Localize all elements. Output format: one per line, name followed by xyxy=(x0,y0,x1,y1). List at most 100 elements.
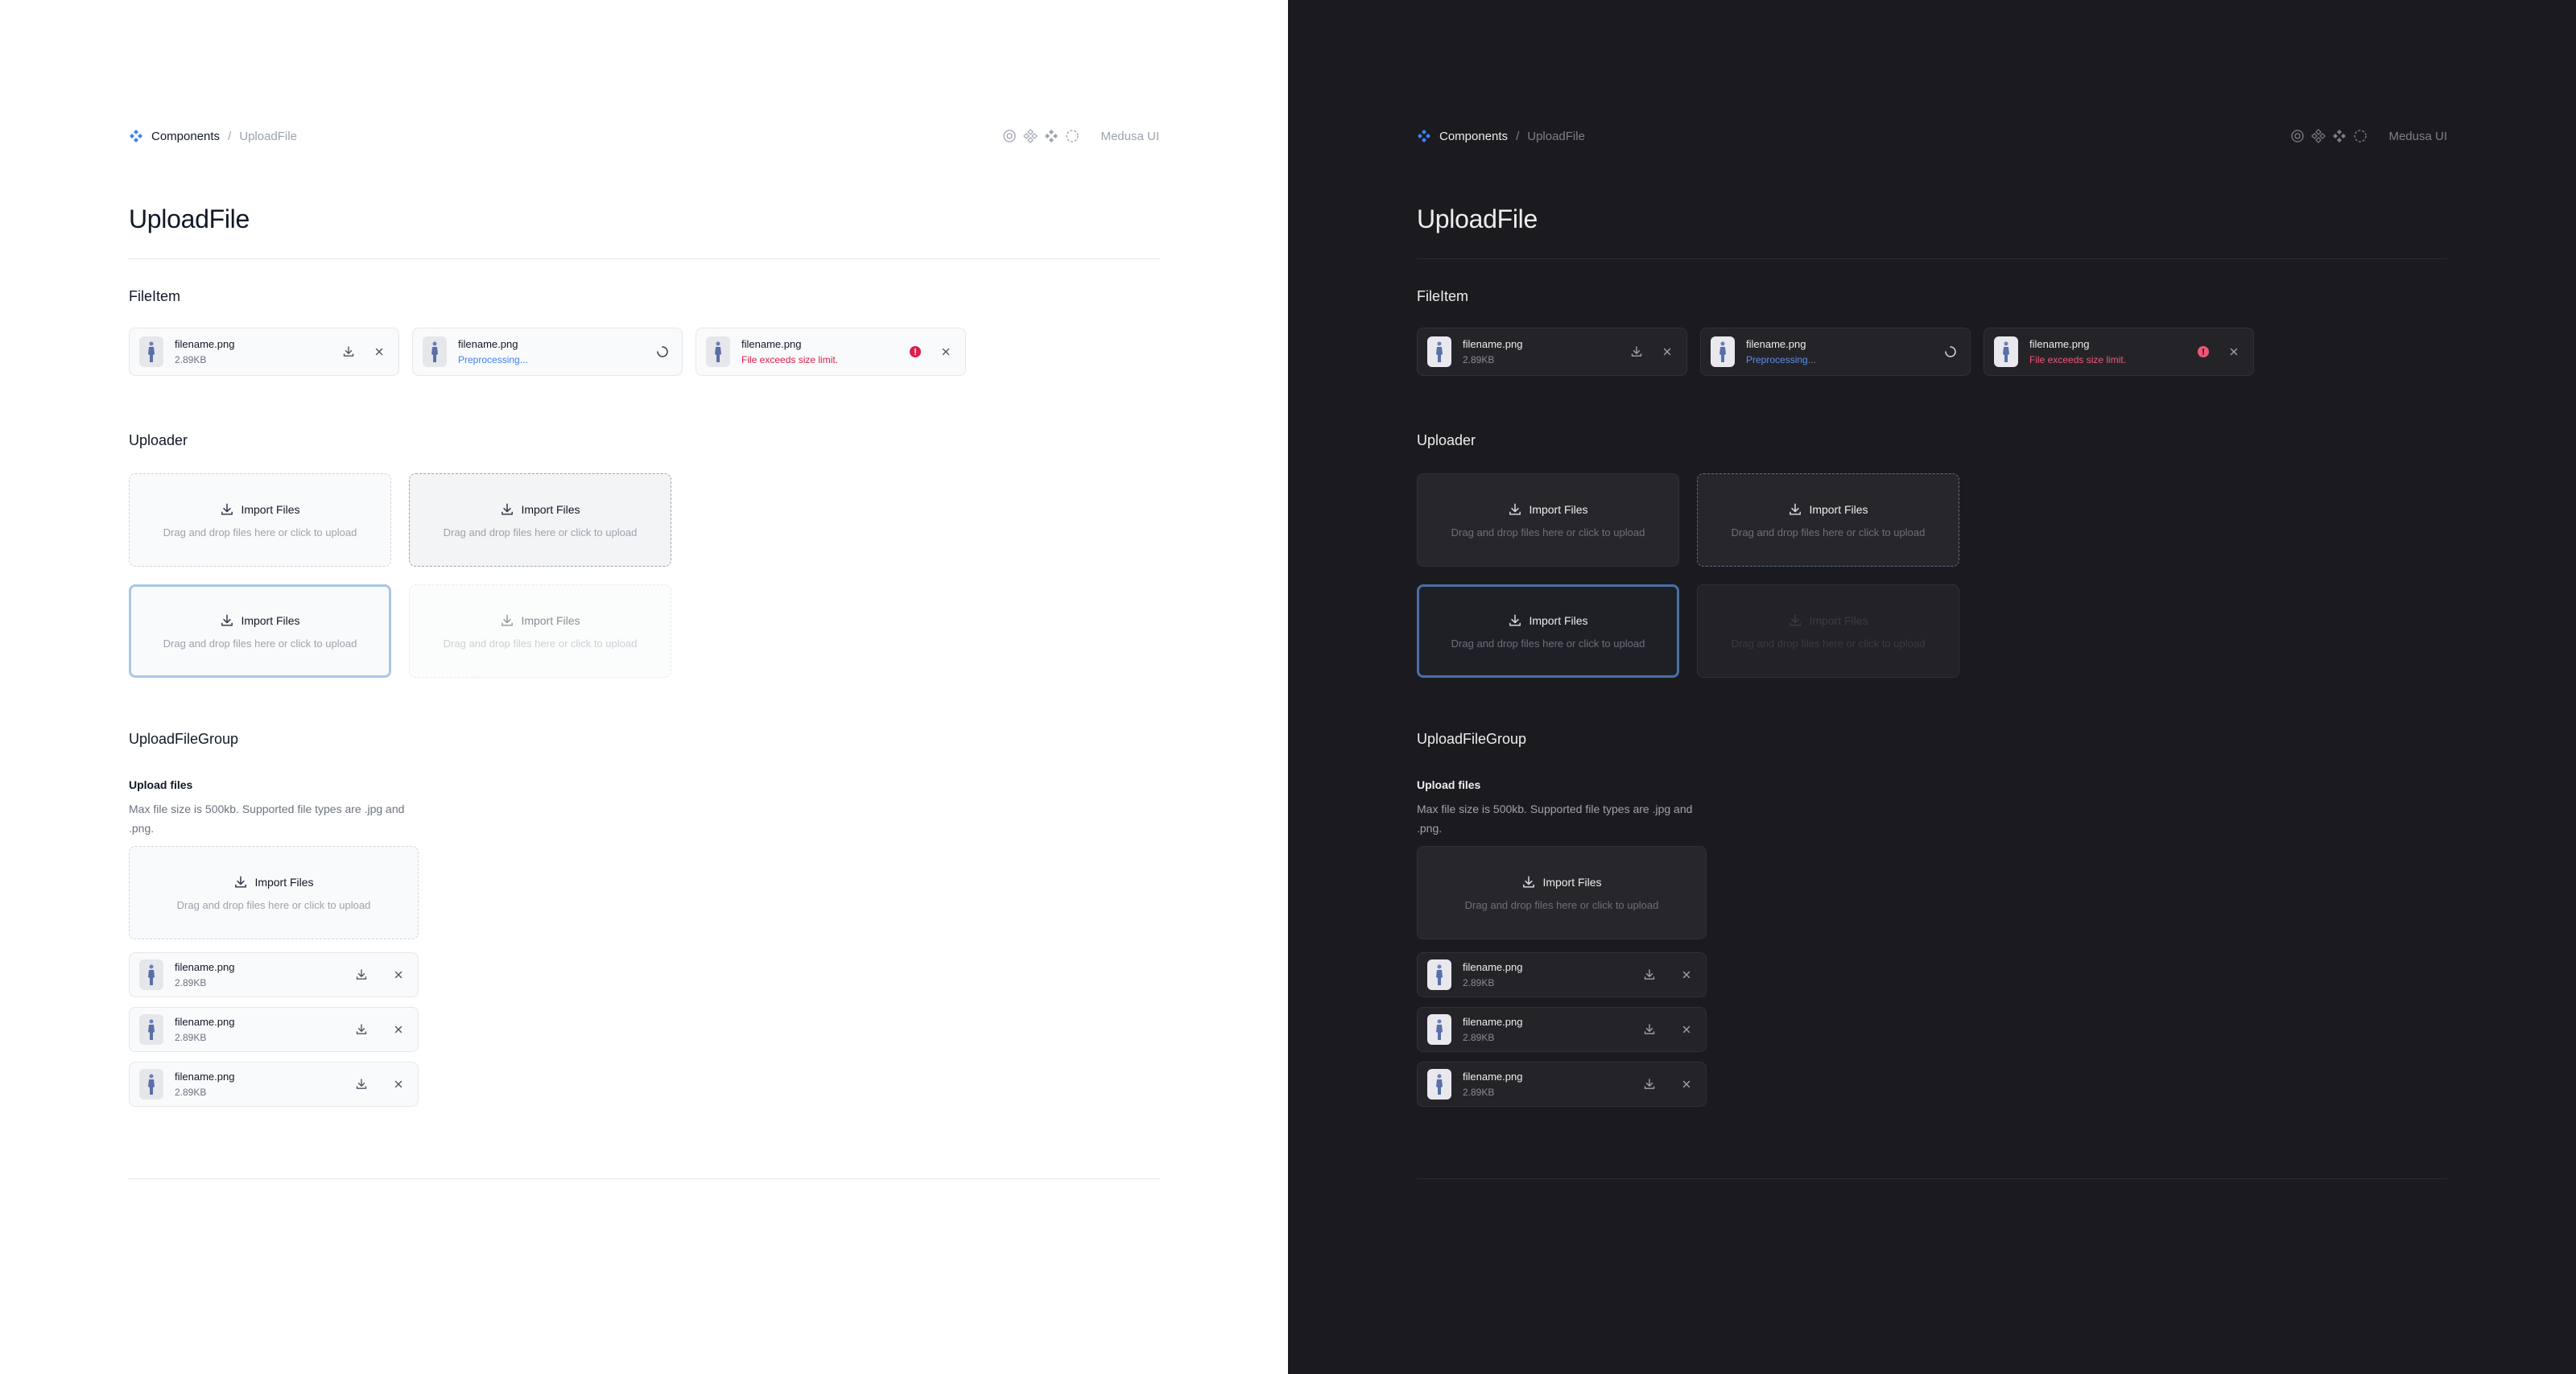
file-item-loading: filename.png Preprocessing... xyxy=(412,328,683,376)
group-file-list: filename.png 2.89KB filename.png 2.89KB xyxy=(129,952,419,1107)
file-thumbnail xyxy=(1994,336,2018,367)
breadcrumb-root[interactable]: Components xyxy=(151,130,220,143)
group-title: Upload files xyxy=(1417,778,1481,791)
file-name: filename.png xyxy=(458,338,518,350)
uploader-dropzone-hover[interactable]: Import Files Drag and drop files here or… xyxy=(1697,473,1959,567)
file-thumbnail xyxy=(139,1014,163,1045)
uploader-dropzone-hover[interactable]: Import Files Drag and drop files here or… xyxy=(409,473,671,567)
file-error: File exceeds size limit. xyxy=(741,354,839,365)
download-icon xyxy=(1788,502,1802,517)
file-item-error: filename.png File exceeds size limit. xyxy=(1984,328,2254,376)
breadcrumb-current: UploadFile xyxy=(239,129,297,143)
section-title-group: UploadFileGroup xyxy=(1417,731,1527,747)
uploader-title: Import Files xyxy=(241,502,300,516)
download-icon[interactable] xyxy=(339,342,358,361)
close-icon[interactable] xyxy=(1677,1075,1696,1094)
at-sign-icon xyxy=(2291,130,2305,142)
uploader-title: Import Files xyxy=(1809,502,1868,516)
file-name: filename.png xyxy=(2029,338,2090,350)
spinner-icon xyxy=(1941,342,1960,361)
download-icon xyxy=(233,875,248,889)
file-size: 2.89KB xyxy=(1463,1087,1495,1098)
uploader-dropzone-focus[interactable]: Import Files Drag and drop files here or… xyxy=(1417,584,1679,678)
file-thumbnail xyxy=(1427,1069,1451,1100)
list-item: filename.png 2.89KB xyxy=(1417,1062,1707,1107)
breadcrumb: Components / UploadFile xyxy=(1417,129,1585,143)
uploader-grid: Import Files Drag and drop files here or… xyxy=(1417,473,2447,678)
file-thumbnail xyxy=(1711,336,1735,367)
uploader-dropzone-disabled: Import Files Drag and drop files here or… xyxy=(409,584,671,678)
download-icon[interactable] xyxy=(352,1075,371,1094)
list-item: filename.png 2.89KB xyxy=(129,1062,419,1107)
uploader-dropzone-focus[interactable]: Import Files Drag and drop files here or… xyxy=(129,584,391,678)
uploader-grid: Import Files Drag and drop files here or… xyxy=(129,473,1159,678)
section-title-fileitem: FileItem xyxy=(129,288,181,304)
file-item-loading: filename.png Preprocessing... xyxy=(1700,328,1971,376)
page-title: UploadFile xyxy=(129,204,250,233)
diamond-icon xyxy=(2311,129,2326,143)
download-icon[interactable] xyxy=(352,965,371,984)
download-icon[interactable] xyxy=(1640,1020,1659,1039)
download-icon[interactable] xyxy=(1640,965,1659,984)
light-theme-panel: Components / UploadFile Medusa UI Upload… xyxy=(0,0,1288,1374)
close-icon[interactable] xyxy=(389,1075,408,1094)
file-thumbnail xyxy=(139,1069,163,1100)
close-icon[interactable] xyxy=(389,1020,408,1039)
group-description: Max file size is 500kb. Supported file t… xyxy=(129,803,405,835)
brand-area: Medusa UI xyxy=(2290,129,2447,143)
page-title: UploadFile xyxy=(1417,204,1538,233)
close-icon[interactable] xyxy=(1657,342,1677,361)
file-name: filename.png xyxy=(741,338,802,350)
file-size: 2.89KB xyxy=(175,977,207,988)
close-icon[interactable] xyxy=(1677,965,1696,984)
download-icon xyxy=(1508,502,1522,517)
uploader-hint: Drag and drop files here or click to upl… xyxy=(443,637,638,650)
group-file-list: filename.png 2.89KB filename.png 2.89KB xyxy=(1417,952,1707,1107)
error-icon xyxy=(2194,342,2213,361)
section-title-group: UploadFileGroup xyxy=(129,731,239,747)
download-icon[interactable] xyxy=(1627,342,1646,361)
list-item: filename.png 2.89KB xyxy=(1417,1007,1707,1052)
close-icon[interactable] xyxy=(389,965,408,984)
file-error: File exceeds size limit. xyxy=(2029,354,2127,365)
brand-name: Medusa UI xyxy=(2388,129,2447,143)
close-icon[interactable] xyxy=(1677,1020,1696,1039)
file-size: 2.89KB xyxy=(175,1087,207,1098)
uploader-hint: Drag and drop files here or click to upl… xyxy=(1464,898,1659,911)
medusa-logo-icon xyxy=(1417,129,1431,143)
download-icon xyxy=(1788,613,1802,628)
upload-file-group: Import Files Drag and drop files here or… xyxy=(1417,846,1707,1107)
file-size: 2.89KB xyxy=(1463,977,1495,988)
uploader-dropzone[interactable]: Import Files Drag and drop files here or… xyxy=(1417,473,1679,567)
uploader-title: Import Files xyxy=(241,613,300,627)
file-name: filename.png xyxy=(1463,1071,1523,1083)
download-icon[interactable] xyxy=(1640,1075,1659,1094)
uploader-hint: Drag and drop files here or click to upl… xyxy=(443,526,638,538)
uploader-dropzone[interactable]: Import Files Drag and drop files here or… xyxy=(1417,846,1707,939)
breadcrumb-separator: / xyxy=(228,129,232,143)
divider xyxy=(1417,258,2447,259)
footer-divider xyxy=(129,1178,1159,1179)
close-icon[interactable] xyxy=(936,342,956,361)
download-icon[interactable] xyxy=(352,1020,371,1039)
breadcrumb-root[interactable]: Components xyxy=(1439,130,1508,143)
download-icon xyxy=(1521,875,1536,889)
top-bar: Components / UploadFile Medusa UI xyxy=(1417,126,2447,146)
file-thumbnail xyxy=(1427,1014,1451,1045)
uploader-dropzone[interactable]: Import Files Drag and drop files here or… xyxy=(129,846,419,939)
breadcrumb-current: UploadFile xyxy=(1527,129,1585,143)
uploader-title: Import Files xyxy=(1529,502,1588,516)
uploader-title: Import Files xyxy=(1809,613,1868,627)
close-icon[interactable] xyxy=(369,342,389,361)
uploader-dropzone[interactable]: Import Files Drag and drop files here or… xyxy=(129,473,391,567)
file-name: filename.png xyxy=(175,338,235,350)
file-name: filename.png xyxy=(1463,1016,1523,1028)
file-size: 2.89KB xyxy=(175,1032,207,1043)
file-item: filename.png 2.89KB xyxy=(1417,328,1687,376)
file-name: filename.png xyxy=(175,961,235,973)
file-thumbnail xyxy=(139,336,163,367)
list-item: filename.png 2.89KB xyxy=(129,1007,419,1052)
close-icon[interactable] xyxy=(2224,342,2244,361)
brand-area: Medusa UI xyxy=(1002,129,1159,143)
file-item: filename.png 2.89KB xyxy=(129,328,399,376)
